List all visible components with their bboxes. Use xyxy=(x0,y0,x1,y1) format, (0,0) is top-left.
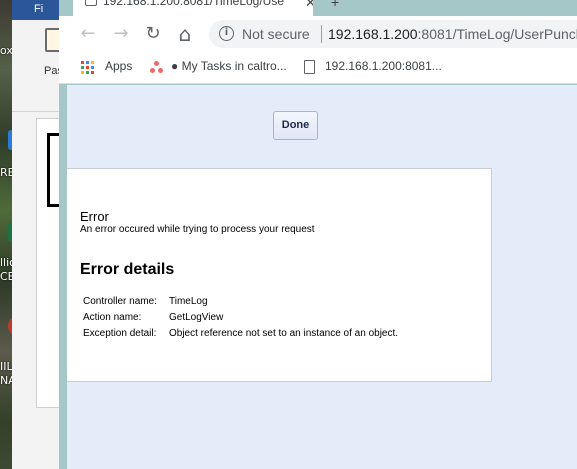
detail-value: GetLogView xyxy=(169,312,224,323)
info-icon[interactable]: i xyxy=(219,26,234,41)
reload-icon[interactable]: ↻ xyxy=(141,22,165,46)
page-content: Done Error An error occured while trying… xyxy=(67,85,577,469)
word-file-tab[interactable]: Fi xyxy=(34,3,43,15)
error-title: Error xyxy=(80,209,109,224)
address-divider xyxy=(321,25,322,43)
detail-value: TimeLog xyxy=(169,296,208,307)
forward-icon[interactable]: → xyxy=(109,22,133,46)
page-icon[interactable] xyxy=(304,60,315,74)
browser-window: 192.168.1.200:8081/TimeLog/Use ✕ + ← → ↻… xyxy=(59,0,577,469)
browser-tab[interactable]: 192.168.1.200:8081/TimeLog/Use ✕ xyxy=(73,0,313,16)
detail-label: Controller name: xyxy=(83,296,157,307)
done-button[interactable]: Done xyxy=(273,111,318,140)
bookmarks-bar: Apps ● My Tasks in caltro... 192.168.1.2… xyxy=(59,52,577,84)
tab-strip: 192.168.1.200:8081/TimeLog/Use ✕ + xyxy=(59,0,577,16)
back-icon[interactable]: ← xyxy=(76,22,100,46)
new-tab-icon[interactable]: + xyxy=(331,0,339,10)
error-message: An error occured while trying to process… xyxy=(80,224,315,235)
url-path: :8081/TimeLog/UserPunchI xyxy=(417,26,577,42)
error-details-heading: Error details xyxy=(80,261,175,278)
detail-label: Exception detail: xyxy=(83,328,157,339)
apps-grid-icon[interactable] xyxy=(81,61,95,75)
bookmark-my-tasks[interactable]: ● My Tasks in caltro... xyxy=(171,59,287,73)
url-host: 192.168.1.200 xyxy=(328,26,418,42)
bookmark-apps[interactable]: Apps xyxy=(105,59,132,73)
page-icon xyxy=(85,0,97,6)
bookmark-timelog[interactable]: 192.168.1.200:8081... xyxy=(325,59,442,73)
close-tab-icon[interactable]: ✕ xyxy=(305,0,313,11)
detail-value: Object reference not set to an instance … xyxy=(169,328,399,339)
browser-toolbar: ← → ↻ ⌂ i Not secure 192.168.1.200:8081/… xyxy=(59,16,577,52)
home-icon[interactable]: ⌂ xyxy=(173,22,197,46)
url-text[interactable]: 192.168.1.200:8081/TimeLog/UserPunchI xyxy=(328,26,577,42)
security-status[interactable]: Not secure xyxy=(242,26,310,42)
asana-icon[interactable] xyxy=(150,61,164,75)
tab-title: 192.168.1.200:8081/TimeLog/Use xyxy=(103,0,285,8)
detail-label: Action name: xyxy=(83,312,142,323)
error-panel: Error An error occured while trying to p… xyxy=(67,168,492,382)
address-bar[interactable]: i Not secure 192.168.1.200:8081/TimeLog/… xyxy=(209,20,577,48)
